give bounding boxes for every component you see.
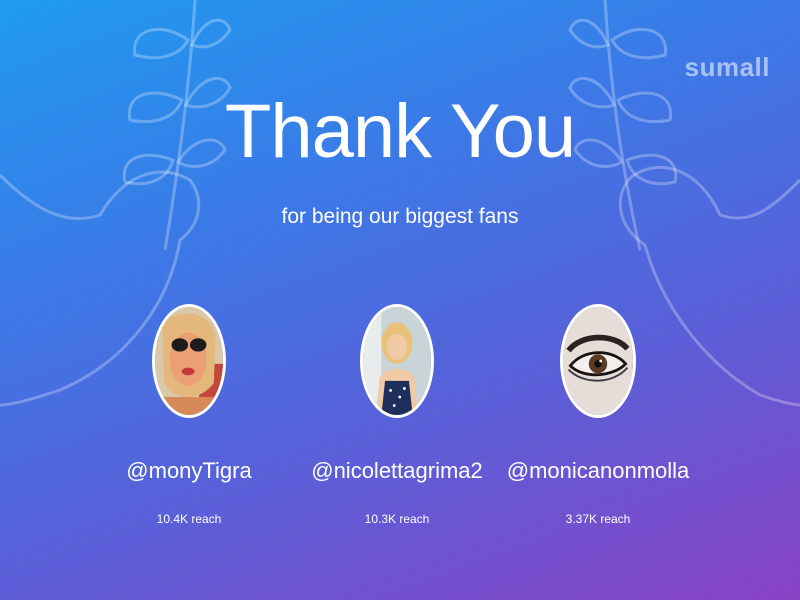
avatar xyxy=(152,304,226,418)
fan-card: @nicolettagrima2 10.3K reach xyxy=(287,304,507,526)
avatar xyxy=(360,304,434,418)
fan-card: @monicanonmolla 3.37K reach xyxy=(488,304,708,526)
fan-reach: 10.3K reach xyxy=(364,512,430,526)
page-subtitle: for being our biggest fans xyxy=(281,205,519,228)
avatar-photo-woman xyxy=(363,307,431,415)
avatar xyxy=(560,304,636,418)
sumall-logo: sumall xyxy=(684,52,770,82)
avatar-photo-eye xyxy=(563,307,633,415)
fan-reach: 10.4K reach xyxy=(156,512,222,526)
fan-handle: @nicolettagrima2 xyxy=(311,458,483,483)
fan-card: @monyTigra 10.4K reach xyxy=(79,304,299,526)
fan-handle: @monicanonmolla xyxy=(506,458,690,483)
fan-reach: 3.37K reach xyxy=(565,512,631,526)
thank-you-card: sumall Thank You for being our biggest f… xyxy=(0,0,800,600)
avatar-photo-sunglasses xyxy=(155,307,223,415)
fan-handle: @monyTigra xyxy=(126,458,252,483)
page-title: Thank You xyxy=(224,89,576,174)
